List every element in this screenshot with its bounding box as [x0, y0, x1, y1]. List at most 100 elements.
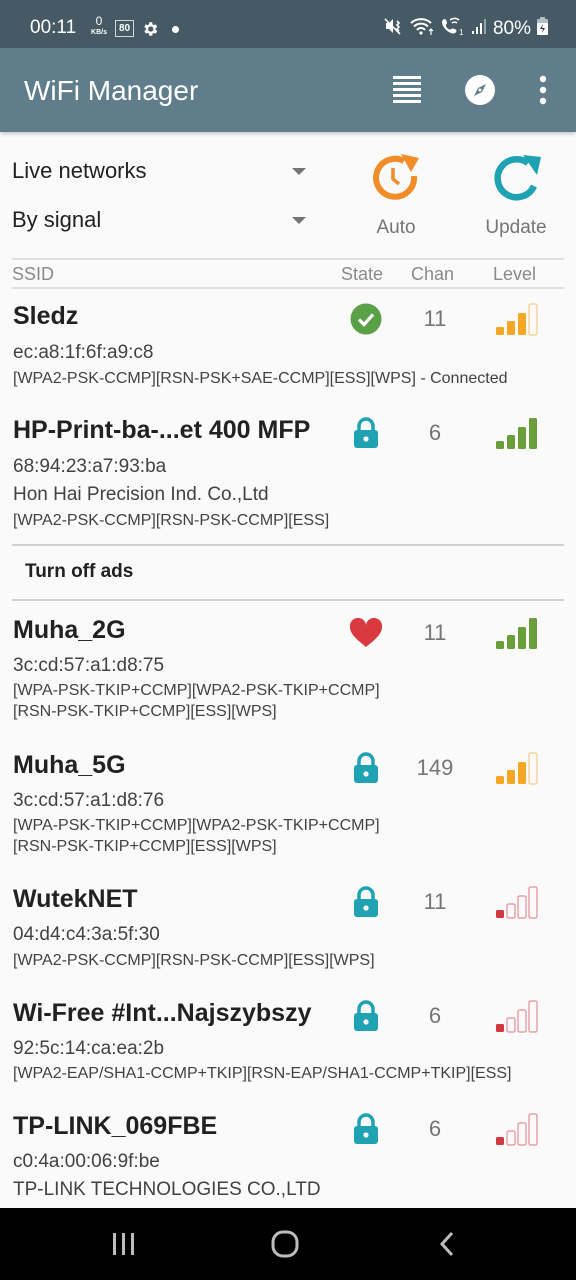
network-channel: 11 — [423, 620, 447, 645]
signal-bar — [517, 1122, 527, 1146]
network-capabilities: [WPA-PSK-TKIP+CCMP][WPA2-PSK-TKIP+CCMP] — [13, 682, 380, 699]
refresh-icon — [487, 155, 545, 212]
network-row[interactable]: WutekNET 04:d4:c4:3a:5f:30 [WPA2-PSK-CCM… — [0, 885, 576, 975]
network-mac: 92:5c:14:ca:ea:2b — [13, 1038, 165, 1059]
auto-button[interactable]: Auto — [351, 150, 441, 239]
network-vendor: Hon Hai Precision Ind. Co.,Ltd — [13, 484, 269, 505]
sort-dropdown-value: By signal — [12, 207, 102, 232]
chevron-down-icon — [292, 168, 306, 175]
lock-icon — [348, 751, 384, 785]
signal-bar — [506, 903, 516, 919]
favorite-heart-icon — [348, 616, 384, 650]
back-icon[interactable] — [436, 1230, 458, 1263]
network-channel: 149 — [416, 755, 454, 780]
signal-bar — [518, 762, 526, 784]
network-vendor: TP-LINK TECHNOLOGIES CO.,LTD — [13, 1179, 321, 1200]
network-mac: 04:d4:c4:3a:5f:30 — [13, 924, 160, 945]
signal-level-icon — [494, 616, 542, 655]
list-view-icon[interactable] — [392, 74, 422, 109]
mute-vibrate-icon — [383, 16, 403, 41]
signal-level-icon — [494, 302, 542, 341]
network-channel: 6 — [428, 1003, 442, 1028]
update-button[interactable]: Update — [471, 150, 561, 239]
signal-bar — [528, 886, 538, 919]
network-row[interactable]: TP-LINK_069FBE c0:4a:00:06:9f:be TP-LINK… — [0, 1112, 576, 1208]
network-channel: 6 — [428, 420, 442, 445]
signal-bar — [517, 1009, 527, 1033]
status-bar: 00:11 0 KB/s 80 1 80% — [0, 0, 576, 48]
header-level[interactable]: Level — [493, 264, 536, 285]
network-capabilities: [RSN-PSK-TKIP+CCMP][ESS][WPS] — [13, 703, 277, 720]
main-content: Live networks By signal Auto Update SSID… — [0, 132, 576, 1208]
signal-bar — [507, 321, 515, 335]
recent-apps-icon[interactable] — [110, 1230, 138, 1263]
filter-dropdown-value: Live networks — [12, 158, 147, 183]
network-row[interactable]: HP-Print-ba-...et 400 MFP 68:94:23:a7:93… — [0, 416, 576, 536]
network-capabilities: [WPA2-PSK-CCMP][RSN-PSK+SAE-CCMP][ESS][W… — [13, 370, 508, 387]
notification-badge: 80 — [115, 20, 134, 37]
network-row[interactable]: Muha_2G 3c:cd:57:a1:d8:75 [WPA-PSK-TKIP+… — [0, 616, 576, 726]
signal-bar — [496, 1024, 504, 1032]
status-icons: 1 80% — [383, 16, 548, 41]
battery-percent: 80% — [492, 17, 531, 39]
network-ssid: Muha_5G — [13, 751, 126, 779]
network-ssid: WutekNET — [13, 885, 138, 913]
header-chan[interactable]: Chan — [411, 264, 454, 285]
update-label: Update — [485, 217, 547, 238]
signal-bar — [506, 1130, 516, 1146]
lock-icon — [348, 885, 384, 919]
network-row[interactable]: Sledz ec:a8:1f:6f:a9:c8 [WPA2-PSK-CCMP][… — [0, 302, 576, 392]
network-capabilities: [WPA-PSK-TKIP+CCMP][WPA2-PSK-TKIP+CCMP] — [13, 817, 380, 834]
signal-level-icon — [494, 885, 542, 924]
network-channel: 11 — [423, 306, 447, 331]
signal-bar — [529, 418, 537, 449]
signal-level-icon — [494, 999, 542, 1038]
sort-dropdown[interactable]: By signal — [12, 207, 312, 239]
wifi-calling-icon: 1 — [441, 16, 465, 41]
table-header: SSID State Chan Level — [12, 258, 564, 289]
signal-bar — [496, 910, 504, 918]
network-mac: 68:94:23:a7:93:ba — [13, 456, 167, 477]
home-icon[interactable] — [271, 1230, 299, 1263]
signal-bar — [517, 895, 527, 919]
signal-bar — [496, 641, 504, 649]
svg-text:1: 1 — [459, 28, 464, 36]
header-ssid[interactable]: SSID — [12, 264, 54, 285]
settings-icon — [141, 20, 159, 43]
app-bar: WiFi Manager — [0, 48, 576, 132]
signal-bar — [496, 776, 504, 784]
compass-icon[interactable] — [464, 74, 496, 111]
network-ssid: Sledz — [13, 302, 79, 330]
net-speed-indicator: 0 KB/s — [91, 14, 107, 36]
more-vert-icon[interactable] — [536, 74, 550, 111]
network-row[interactable]: Muha_5G 3c:cd:57:a1:d8:76 [WPA-PSK-TKIP+… — [0, 751, 576, 861]
turn-off-ads-label: Turn off ads — [25, 561, 134, 582]
network-row[interactable]: Wi-Free #Int...Najszybszy 92:5c:14:ca:ea… — [0, 999, 576, 1089]
turn-off-ads-banner[interactable]: Turn off ads — [12, 544, 564, 601]
signal-bar — [528, 752, 538, 785]
network-mac: ec:a8:1f:6f:a9:c8 — [13, 342, 154, 363]
signal-bar — [496, 327, 504, 335]
network-channel: 6 — [428, 1116, 442, 1141]
network-mac: 3c:cd:57:a1:d8:75 — [13, 655, 165, 676]
connected-check-icon — [348, 302, 384, 336]
header-state[interactable]: State — [341, 264, 383, 285]
signal-bar — [518, 313, 526, 335]
lock-icon — [348, 999, 384, 1033]
signal-bar — [506, 1017, 516, 1033]
filter-dropdown[interactable]: Live networks — [12, 158, 312, 190]
signal-bar — [496, 441, 504, 449]
network-capabilities: [RSN-PSK-TKIP+CCMP][ESS][WPS] — [13, 838, 277, 855]
network-ssid: Muha_2G — [13, 616, 126, 644]
wifi-status-icon — [409, 16, 435, 41]
network-ssid: TP-LINK_069FBE — [13, 1112, 218, 1140]
signal-bar — [528, 1000, 538, 1033]
network-mac: 3c:cd:57:a1:d8:76 — [13, 790, 165, 811]
signal-bar — [507, 770, 515, 784]
notification-dot-icon — [172, 26, 179, 33]
signal-bar — [507, 435, 515, 449]
lock-icon — [348, 416, 384, 450]
battery-charging-icon — [537, 17, 548, 40]
network-mac: c0:4a:00:06:9f:be — [13, 1151, 160, 1172]
signal-level-icon — [494, 416, 542, 455]
